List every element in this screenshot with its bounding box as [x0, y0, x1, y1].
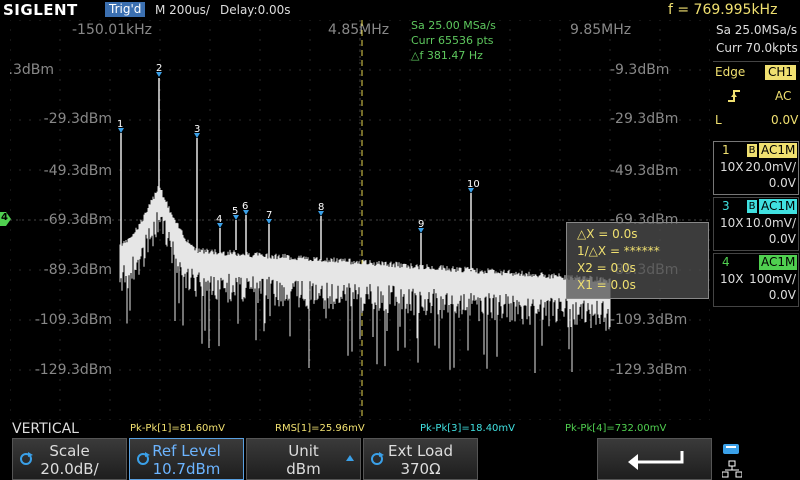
svg-text:2: 2	[156, 63, 162, 74]
frequency-counter: f = 769.995kHz	[668, 2, 778, 18]
freq-label-center: 4.85MHz	[328, 22, 389, 38]
graticule	[10, 20, 710, 420]
peak-marker: 7	[266, 210, 272, 224]
freq-axis-labels: -150.01kHz 4.85MHz 9.85MHz	[72, 22, 631, 38]
bandwidth-limit-badge: B	[747, 144, 757, 157]
freq-label-end: 9.85MHz	[570, 22, 631, 38]
measurement-status-bar: VERTICAL Pk-Pk[1]=81.60mV RMS[1]=25.96mV…	[0, 420, 800, 438]
db-label-left: -49.3dBm	[44, 163, 112, 179]
svg-text:6: 6	[242, 201, 248, 212]
channel-4-offset-marker[interactable]: 4	[0, 211, 11, 230]
db-label-left: -129.3dBm	[35, 362, 112, 378]
db-label-right: -129.3dBm	[610, 362, 687, 378]
db-label-left: -9.3dBm	[10, 62, 54, 78]
db-label-left: -29.3dBm	[44, 111, 112, 127]
db-label-left: -109.3dBm	[35, 312, 112, 328]
channel-4-panel[interactable]: 4 AC1M 10X 100mV/ 0.0V	[713, 253, 799, 307]
db-axis-labels: -9.3dBm -29.3dBm -49.3dBm -69.3dBm -89.3…	[10, 62, 687, 378]
panel-curr-pts: Curr 70.0kpts	[716, 41, 798, 55]
db-label-right: -29.3dBm	[610, 111, 678, 127]
scale-softkey[interactable]: Scale 20.0dB/	[12, 438, 127, 480]
fft-spectrum-trace	[119, 78, 611, 373]
measure-pkpk-ch4: Pk-Pk[4]=732.00mV	[565, 423, 667, 434]
panel-sample-rate: Sa 25.0MSa/s	[716, 23, 798, 37]
svg-text:1: 1	[117, 119, 123, 130]
trigger-panel[interactable]: Edge CH1 AC L 0.0V	[713, 61, 799, 132]
fft-plot: -9.3dBm -29.3dBm -49.3dBm -69.3dBm -89.3…	[10, 20, 710, 420]
cursor-delta-x: △X = 0.0s	[577, 227, 638, 241]
trigger-coupling: AC	[775, 89, 792, 103]
measure-pkpk-ch1: Pk-Pk[1]=81.60mV	[130, 423, 226, 434]
channel-1-panel[interactable]: 1 B AC1M 10X 20.0mV/ 0.0V	[713, 141, 799, 195]
svg-text:7: 7	[266, 210, 272, 221]
cursor-measurement-box: △X = 0.0s 1/△X = ****** X2 = 0.0s X1 = 0…	[566, 222, 709, 299]
trigger-mode: L	[715, 113, 722, 127]
channel-3-panel[interactable]: 3 B AC1M 10X 10.0mV/ 0.0V	[713, 197, 799, 251]
db-label-left: -89.3dBm	[44, 262, 112, 278]
bandwidth-limit-badge: B	[747, 200, 757, 213]
info-points: Curr 65536 pts	[411, 34, 494, 47]
svg-text:9: 9	[418, 219, 424, 230]
peak-marker: 8	[318, 202, 324, 216]
trigger-source-badge: CH1	[765, 65, 797, 80]
db-label-right: -109.3dBm	[610, 312, 687, 328]
waveform-display[interactable]: -9.3dBm -29.3dBm -49.3dBm -69.3dBm -89.3…	[10, 20, 710, 420]
peak-marker: 4	[216, 214, 223, 228]
peak-marker: 2	[156, 63, 162, 77]
db-label-right: -49.3dBm	[610, 163, 678, 179]
return-arrow-icon	[628, 451, 684, 470]
delay-readout: Delay:0.00s	[220, 3, 291, 17]
svg-text:4: 4	[216, 214, 222, 225]
measure-pkpk-ch3: Pk-Pk[3]=18.40mV	[420, 423, 516, 434]
cursor-x1: X1 = 0.0s	[577, 278, 636, 292]
ext-load-softkey[interactable]: Ext Load 370Ω	[363, 438, 478, 480]
freq-label-start: -150.01kHz	[72, 22, 152, 38]
unit-softkey[interactable]: Unit dBm	[246, 438, 361, 480]
svg-text:8: 8	[318, 202, 324, 213]
trigger-status-badge: Trig'd	[105, 2, 146, 17]
svg-text:3: 3	[194, 124, 200, 135]
peak-marker: 9	[418, 219, 424, 233]
knob-icon	[20, 452, 33, 465]
peak-marker: 5	[232, 206, 239, 220]
peak-marker: 10	[467, 179, 480, 193]
db-label-right: -9.3dBm	[610, 62, 669, 78]
menu-mode-label: VERTICAL	[12, 421, 79, 437]
back-softkey[interactable]	[597, 438, 712, 480]
system-status-icons	[718, 440, 798, 480]
knob-icon	[371, 452, 384, 465]
peak-markers: 1 2 3 4 5 6 7 8 9 10	[117, 63, 480, 233]
svg-text:5: 5	[232, 206, 238, 217]
db-label-left: -69.3dBm	[44, 212, 112, 228]
info-sample-rate: Sa 25.00 MSa/s	[411, 19, 496, 32]
measure-rms-ch1: RMS[1]=25.96mV	[275, 423, 365, 434]
acquisition-info: Sa 25.00 MSa/s Curr 65536 pts △f 381.47 …	[411, 18, 496, 63]
peak-marker: 1	[117, 119, 124, 133]
peak-marker: 6	[242, 201, 249, 215]
trigger-type: Edge	[715, 65, 746, 79]
info-delta-f: △f 381.47 Hz	[411, 49, 483, 62]
cursor-inverse-delta-x: 1/△X = ******	[577, 244, 660, 258]
usb-storage-icon	[723, 444, 739, 454]
knob-icon	[137, 452, 150, 465]
trigger-level: 0.0V	[771, 113, 799, 127]
rising-edge-icon	[727, 88, 741, 107]
svg-text:10: 10	[467, 179, 480, 190]
cursor-x2: X2 = 0.0s	[577, 261, 636, 275]
peak-marker: 3	[194, 124, 200, 138]
siglent-logo: SIGLENT	[3, 1, 78, 19]
timebase-readout: M 200us/	[155, 3, 210, 17]
top-bar: SIGLENT Trig'd M 200us/ Delay:0.00s f = …	[0, 0, 800, 34]
ref-level-softkey[interactable]: Ref Level 10.7dBm	[129, 438, 244, 480]
arrow-up-icon	[346, 455, 354, 461]
network-icon	[722, 460, 742, 478]
